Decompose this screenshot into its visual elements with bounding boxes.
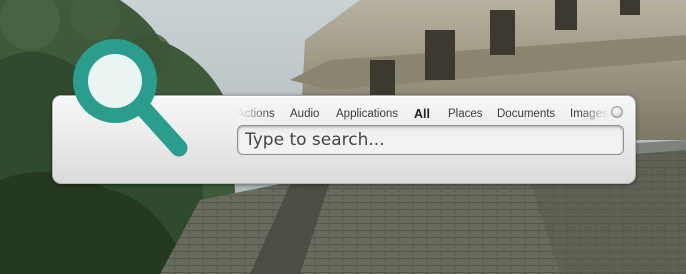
tab-actions[interactable]: Actions (237, 108, 275, 120)
busy-indicator-icon (611, 106, 623, 118)
search-magnifier-icon (60, 27, 190, 159)
tab-images[interactable]: Images (570, 108, 608, 120)
tab-all[interactable]: All (414, 107, 430, 121)
tab-places[interactable]: Places (448, 108, 483, 120)
search-input[interactable] (245, 130, 616, 150)
tab-documents[interactable]: Documents (497, 108, 555, 120)
category-tabs: Actions Audio Applications All Places Do… (237, 106, 609, 124)
tab-applications[interactable]: Applications (336, 108, 398, 120)
tab-audio[interactable]: Audio (290, 108, 319, 120)
search-box[interactable] (237, 125, 624, 155)
